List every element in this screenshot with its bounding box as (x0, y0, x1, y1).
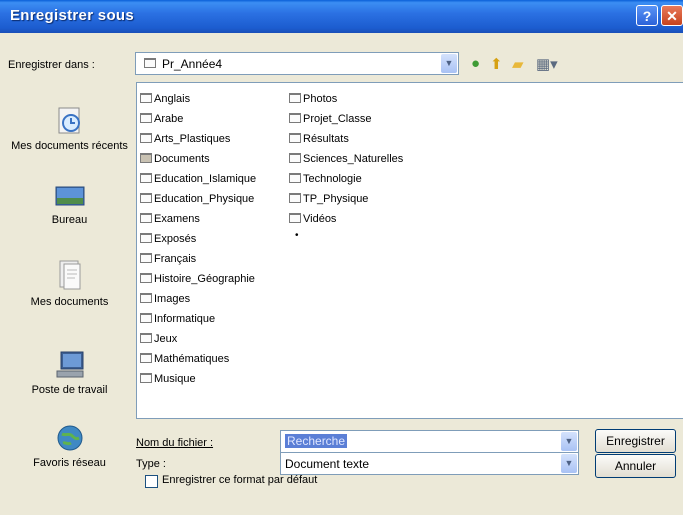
folder-icon (140, 113, 152, 124)
folder-icon (289, 93, 301, 104)
my-documents-icon (59, 260, 80, 290)
recent-documents-icon (58, 107, 80, 134)
folder-icon (289, 193, 301, 204)
view-menu-icon[interactable]: ▦▾ (536, 55, 558, 73)
folder-icon (144, 58, 156, 68)
folder-icon (140, 213, 152, 224)
new-folder-icon[interactable]: ▰ (512, 55, 524, 73)
chevron-down-icon[interactable]: ▼ (561, 454, 577, 473)
folder-icon (140, 373, 152, 384)
folder-column-2: Photos Projet_Classe Résultats Sciences_… (289, 89, 403, 229)
cancel-button[interactable]: Annuler (595, 454, 676, 478)
folder-item[interactable]: Musique (140, 369, 256, 389)
folder-icon (289, 113, 301, 124)
folder-icon (140, 353, 152, 364)
folder-item[interactable]: Français (140, 249, 256, 269)
folder-item[interactable]: Résultats (289, 129, 403, 149)
place-label: Favoris réseau (33, 457, 106, 469)
folder-item[interactable]: Sciences_Naturelles (289, 149, 403, 169)
place-network[interactable]: Favoris réseau (8, 423, 131, 470)
folder-icon (289, 133, 301, 144)
folder-item[interactable]: Images (140, 289, 256, 309)
file-list[interactable]: Anglais Arabe Arts_Plastiques Documents … (136, 82, 683, 419)
folder-icon (140, 333, 152, 344)
folder-icon (140, 293, 152, 304)
folder-column-1: Anglais Arabe Arts_Plastiques Documents … (140, 89, 256, 389)
folder-item[interactable]: Education_Physique (140, 189, 256, 209)
folder-item[interactable]: Documents (140, 149, 256, 169)
folder-item[interactable]: Jeux (140, 329, 256, 349)
folder-item[interactable]: TP_Physique (289, 189, 403, 209)
stray-dot: • (295, 230, 299, 241)
folder-icon (289, 173, 301, 184)
save-in-label: Enregistrer dans : (8, 59, 95, 71)
folder-item[interactable]: Mathématiques (140, 349, 256, 369)
folder-item[interactable]: Education_Islamique (140, 169, 256, 189)
dialog-title: Enregistrer sous (10, 7, 135, 24)
folder-icon (140, 133, 152, 144)
places-bar: Mes documents récents Bureau Mes documen… (8, 80, 131, 493)
place-desktop[interactable]: Bureau (8, 184, 131, 227)
file-type-label: Type : (136, 458, 166, 470)
folder-icon (289, 213, 301, 224)
my-computer-icon (56, 351, 83, 378)
chevron-down-icon[interactable]: ▼ (441, 54, 457, 73)
folder-item[interactable]: Exposés (140, 229, 256, 249)
place-label: Bureau (51, 214, 88, 226)
place-my-documents[interactable]: Mes documents (8, 258, 131, 309)
place-label: Mes documents récents (11, 140, 128, 152)
folder-icon (140, 153, 152, 164)
file-name-label: Nom du fichier : (136, 437, 214, 449)
folder-icon (140, 233, 152, 244)
folder-icon (140, 93, 152, 104)
folder-item[interactable]: Photos (289, 89, 403, 109)
file-name-input[interactable]: Recherche ▼ (280, 430, 579, 453)
title-bar[interactable]: Enregistrer sous ? ✕ (0, 0, 683, 33)
folder-icon (140, 273, 152, 284)
place-label: Poste de travail (31, 384, 108, 396)
folder-item[interactable]: Examens (140, 209, 256, 229)
folder-item[interactable]: Vidéos (289, 209, 403, 229)
folder-item[interactable]: Arabe (140, 109, 256, 129)
folder-item[interactable]: Informatique (140, 309, 256, 329)
help-button[interactable]: ? (636, 5, 658, 26)
place-my-computer[interactable]: Poste de travail (8, 350, 131, 397)
save-button[interactable]: Enregistrer (595, 429, 676, 453)
folder-icon (140, 173, 152, 184)
folder-icon (140, 313, 152, 324)
folder-icon (140, 253, 152, 264)
folder-item[interactable]: Projet_Classe (289, 109, 403, 129)
file-type-value: Document texte (285, 457, 370, 471)
folder-item[interactable]: Anglais (140, 89, 256, 109)
folder-item[interactable]: Arts_Plastiques (140, 129, 256, 149)
place-label: Mes documents (30, 296, 109, 308)
up-folder-icon[interactable]: ⬆ (490, 55, 503, 73)
desktop-icon (55, 186, 84, 206)
save-in-value: Pr_Année4 (162, 57, 223, 71)
default-format-checkbox[interactable] (145, 475, 158, 488)
chevron-down-icon[interactable]: ▼ (561, 432, 577, 451)
save-in-dropdown[interactable]: Pr_Année4 ▼ (135, 52, 459, 75)
close-button[interactable]: ✕ (661, 5, 683, 26)
folder-icon (140, 193, 152, 204)
file-type-dropdown[interactable]: Document texte ▼ (280, 452, 579, 475)
save-as-dialog: Enregistrer sous ? ✕ Enregistrer dans : … (0, 0, 683, 515)
folder-item[interactable]: Histoire_Géographie (140, 269, 256, 289)
network-places-icon (57, 425, 82, 451)
back-icon[interactable]: ● (471, 55, 480, 72)
default-format-label: Enregistrer ce format par défaut (162, 474, 318, 486)
place-recent-documents[interactable]: Mes documents récents (8, 106, 131, 153)
folder-icon (289, 153, 301, 164)
folder-item[interactable]: Technologie (289, 169, 403, 189)
